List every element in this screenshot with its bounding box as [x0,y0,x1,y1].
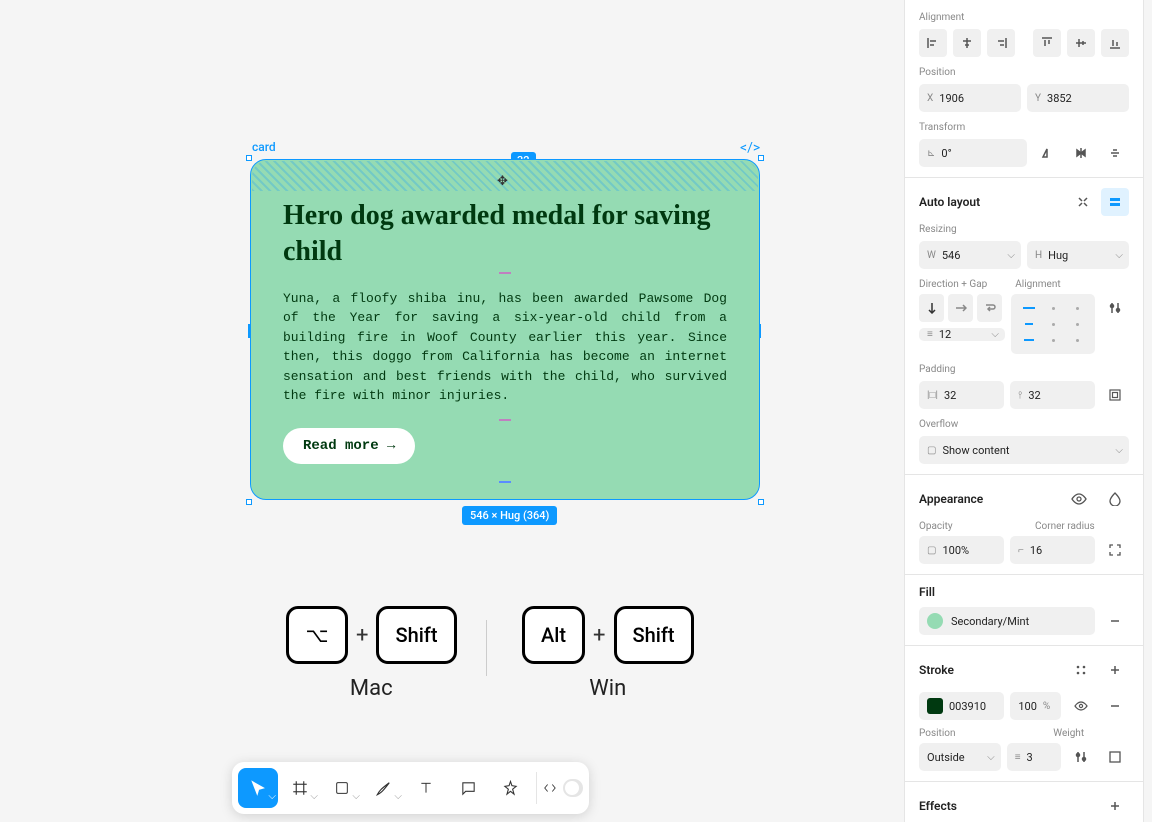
fill-title: Fill [919,585,935,599]
flip-horizontal-button[interactable] [1033,139,1061,167]
stroke-opacity-input[interactable]: 100% [1010,692,1061,720]
flip-vertical-button[interactable] [1067,139,1095,167]
plus-icon: + [593,623,605,648]
pen-tool[interactable]: ⌵ [364,768,404,808]
stroke-weight-label: Weight [1053,728,1129,739]
bottom-toolbar: ⌵ ⌵ ⌵ ⌵ [232,762,589,814]
padding-label: Padding [919,364,1129,375]
visibility-toggle[interactable] [1065,485,1093,513]
stroke-title: Stroke [919,663,954,677]
individual-padding-button[interactable] [1101,381,1129,409]
key-shift: Shift [376,606,456,664]
resize-handle-left[interactable] [248,324,250,338]
frame-tool[interactable]: ⌵ [280,768,320,808]
dimension-badge: 546 × Hug (364) [462,506,557,525]
selected-layer-name[interactable]: card [252,140,276,154]
design-canvas[interactable]: card </> 32 Hero dog awarded medal for s… [0,0,904,822]
appearance-title: Appearance [919,492,983,506]
width-input[interactable]: W546 [919,241,1021,269]
overflow-select[interactable]: ▢Show content [919,436,1129,464]
position-x-input[interactable]: X1906 [919,84,1021,112]
card-body-text[interactable]: Yuna, a floofy shiba inu, has been award… [283,289,727,406]
key-alt: Alt [522,606,585,664]
shape-tool[interactable]: ⌵ [322,768,362,808]
comment-tool[interactable] [448,768,488,808]
direction-vertical-button[interactable] [919,294,944,322]
add-effect-button[interactable] [1101,792,1129,820]
direction-horizontal-button[interactable] [948,294,973,322]
position-y-input[interactable]: Y3852 [1027,84,1129,112]
position-section-label: Position [919,67,1129,78]
stroke-position-select[interactable]: Outside [919,743,1001,771]
align-top-button[interactable] [1033,29,1061,57]
align-right-button[interactable] [987,29,1015,57]
read-more-button[interactable]: Read more → [283,428,415,464]
radius-label: Corner radius [1035,521,1129,532]
align-hcenter-button[interactable] [953,29,981,57]
stroke-weight-input[interactable]: ≡3 [1007,743,1061,771]
opacity-input[interactable]: ▢100% [919,536,1004,564]
stroke-styles-button[interactable] [1067,656,1095,684]
padding-horizontal-input[interactable]: |□|32 [919,381,1004,409]
individual-corners-button[interactable] [1101,536,1129,564]
shortcut-divider [486,620,487,676]
height-input[interactable]: HHug [1027,241,1129,269]
transform-section-label: Transform [919,122,1129,133]
blend-mode-button[interactable] [1101,485,1129,513]
key-shift: Shift [614,606,694,664]
alignment-section-label: Alignment [919,12,1129,23]
stroke-advanced-button[interactable] [1067,743,1095,771]
autolayout-remove-button[interactable] [1069,188,1097,216]
devmode-icon[interactable]: </> [740,140,760,156]
shortcut-mac: ⌥ + Shift Mac [286,606,457,701]
direction-gap-label: Direction + Gap [919,279,987,290]
fill-swatch [927,613,943,629]
effects-title: Effects [919,799,957,813]
padding-vertical-input[interactable]: ⫯32 [1010,381,1095,409]
overflow-label: Overflow [919,419,1129,430]
remove-stroke-button[interactable] [1101,692,1129,720]
align-bottom-button[interactable] [1101,29,1129,57]
text-tool[interactable] [406,768,446,808]
devmode-toggle[interactable] [563,779,583,797]
move-cursor-icon: ✥ [497,174,508,189]
align-left-button[interactable] [919,29,947,57]
autolayout-settings-button[interactable] [1101,294,1129,322]
stroke-color-input[interactable]: 003910 [919,692,1004,720]
stroke-position-label: Position [919,728,1027,739]
key-option: ⌥ [286,606,348,664]
devmode-tool[interactable] [543,768,583,808]
actions-tool[interactable] [490,768,530,808]
opacity-label: Opacity [919,521,1013,532]
os-label-win: Win [589,676,626,701]
add-stroke-button[interactable] [1101,656,1129,684]
rotation-input[interactable]: ⊾0° [919,139,1027,167]
properties-panel: Alignment Position X1906 Y3852 Transform… [904,0,1144,822]
resize-handle-right[interactable] [760,324,761,338]
os-label-mac: Mac [350,676,393,701]
stroke-per-side-button[interactable] [1101,743,1129,771]
card-title-text[interactable]: Hero dog awarded medal for saving child [283,198,727,271]
al-alignment-label: Alignment [1015,279,1060,290]
stroke-visibility-button[interactable] [1067,692,1095,720]
align-vcenter-button[interactable] [1067,29,1095,57]
direction-wrap-button[interactable] [977,294,1002,322]
remove-fill-button[interactable] [1101,607,1129,635]
plus-icon: + [356,623,368,648]
gap-input[interactable]: ≡12 [919,328,1005,341]
alignment-grid[interactable] [1011,294,1095,354]
autolayout-title: Auto layout [919,195,980,209]
shortcut-win: Alt + Shift Win [522,606,694,701]
move-tool[interactable]: ⌵ [238,768,278,808]
fill-style-row[interactable]: Secondary/Mint [919,607,1095,635]
resizing-label: Resizing [919,224,1129,235]
autolayout-enabled-button[interactable] [1101,188,1129,216]
corner-radius-input[interactable]: ⌐16 [1010,536,1095,564]
stroke-swatch [927,698,943,714]
card-frame[interactable]: Hero dog awarded medal for saving child … [250,159,760,500]
more-transform-button[interactable] [1101,139,1129,167]
